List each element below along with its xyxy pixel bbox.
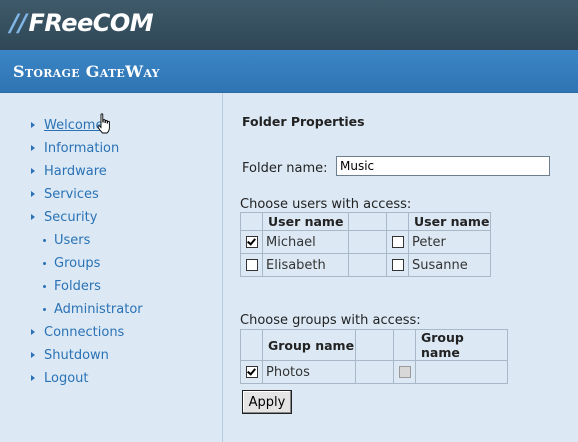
folder-name-label: Folder name: xyxy=(242,161,328,176)
freecom-logo: //FReeCOM xyxy=(10,9,154,37)
bullet-icon xyxy=(43,262,46,265)
apply-button[interactable]: Apply xyxy=(242,390,292,414)
group-checkbox-photos[interactable] xyxy=(246,366,258,378)
table-header-cell xyxy=(355,329,394,361)
checkbox-cell xyxy=(386,230,409,254)
bullet-icon xyxy=(43,239,46,242)
sidebar-nav: Welcome Information Hardware Services Se… xyxy=(0,114,143,390)
triangle-right-icon xyxy=(31,191,35,197)
triangle-right-icon xyxy=(31,214,35,220)
table-row: Michael Peter xyxy=(240,230,491,254)
page-title: Folder Properties xyxy=(242,114,365,129)
spacer-cell xyxy=(348,253,387,277)
user-name: Susanne xyxy=(408,253,491,277)
user-checkbox-michael[interactable] xyxy=(246,236,258,248)
bullet-icon xyxy=(43,308,46,311)
nav-item-security[interactable]: Security xyxy=(0,206,143,229)
groups-table: Group name Group name Photos xyxy=(240,329,508,384)
checkbox-cell xyxy=(240,360,263,384)
nav-subitem-administrator[interactable]: Administrator xyxy=(0,298,143,321)
user-checkbox-susanne[interactable] xyxy=(392,259,404,271)
table-row: Photos xyxy=(240,360,508,384)
table-header-row: User name User name xyxy=(240,212,491,231)
table-header-cell xyxy=(348,212,387,231)
bullet-icon xyxy=(43,285,46,288)
triangle-right-icon xyxy=(31,145,35,151)
user-checkbox-elisabeth[interactable] xyxy=(246,259,258,271)
triangle-right-icon xyxy=(31,375,35,381)
sidebar: Welcome Information Hardware Services Se… xyxy=(0,93,223,442)
table-row: Elisabeth Susanne xyxy=(240,253,491,277)
table-header-cell: User name xyxy=(408,212,491,231)
table-header-row: Group name Group name xyxy=(240,329,508,361)
nav-item-services[interactable]: Services xyxy=(0,183,143,206)
nav-item-shutdown[interactable]: Shutdown xyxy=(0,344,143,367)
table-header-cell xyxy=(386,212,409,231)
nav-item-logout[interactable]: Logout xyxy=(0,367,143,390)
nav-item-connections[interactable]: Connections xyxy=(0,321,143,344)
triangle-right-icon xyxy=(31,168,35,174)
nav-item-information[interactable]: Information xyxy=(0,137,143,160)
top-bar: //FReeCOM xyxy=(0,0,578,50)
checkbox-cell xyxy=(240,230,263,254)
main-content: Folder Properties Folder name: Choose us… xyxy=(223,93,578,442)
users-table: User name User name Michael Peter Elisab… xyxy=(240,212,491,277)
group-checkbox-disabled xyxy=(399,366,411,378)
spacer-cell xyxy=(355,360,394,384)
table-header-cell: User name xyxy=(262,212,349,231)
table-header-cell: Group name xyxy=(415,329,508,361)
spacer-cell xyxy=(348,230,387,254)
users-caption: Choose users with access: xyxy=(240,197,412,212)
checkbox-cell xyxy=(393,360,416,384)
triangle-right-icon xyxy=(31,329,35,335)
triangle-right-icon xyxy=(31,352,35,358)
nav-subitem-groups[interactable]: Groups xyxy=(0,252,143,275)
table-header-cell: Group name xyxy=(262,329,356,361)
user-name: Michael xyxy=(262,230,349,254)
table-header-cell xyxy=(393,329,416,361)
group-name: Photos xyxy=(262,360,356,384)
checkbox-cell xyxy=(240,253,263,277)
nav-item-hardware[interactable]: Hardware xyxy=(0,160,143,183)
nav-subitem-users[interactable]: Users xyxy=(0,229,143,252)
nav-item-welcome[interactable]: Welcome xyxy=(0,114,143,137)
user-name: Peter xyxy=(408,230,491,254)
groups-caption: Choose groups with access: xyxy=(240,313,421,328)
hand-pointer-cursor-icon xyxy=(97,113,110,134)
table-header-cell xyxy=(240,329,263,361)
group-name xyxy=(415,360,508,384)
table-header-cell xyxy=(240,212,263,231)
nav-subitem-folders[interactable]: Folders xyxy=(0,275,143,298)
user-checkbox-peter[interactable] xyxy=(392,236,404,248)
user-name: Elisabeth xyxy=(262,253,349,277)
triangle-right-icon xyxy=(31,122,35,128)
folder-name-input[interactable] xyxy=(336,156,550,176)
title-bar: Storage GateWay xyxy=(0,50,578,93)
app-title: Storage GateWay xyxy=(13,62,160,81)
checkbox-cell xyxy=(386,253,409,277)
